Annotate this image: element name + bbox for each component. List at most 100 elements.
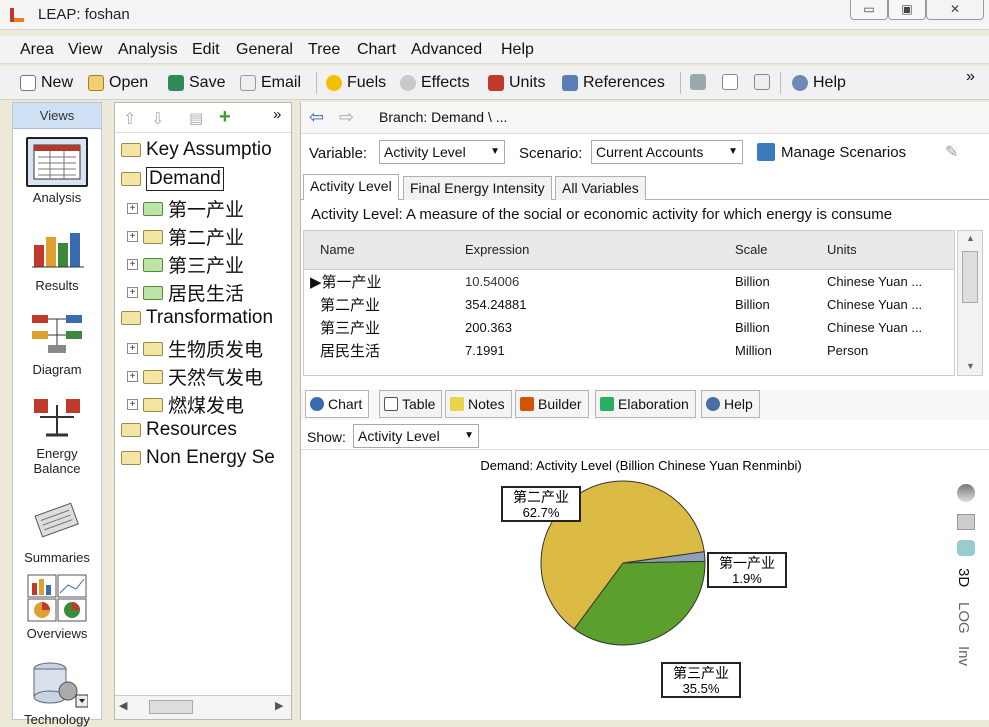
- menu-view[interactable]: View: [68, 41, 102, 59]
- wand-icon[interactable]: ✎: [945, 142, 958, 162]
- tree-properties-icon[interactable]: ▤: [189, 109, 203, 127]
- show-select[interactable]: Activity Level ▼: [353, 424, 479, 448]
- scroll-thumb[interactable]: [149, 700, 193, 714]
- tree-node-key-assumptions[interactable]: Key Assumptio: [121, 139, 272, 161]
- menu-area[interactable]: Area: [20, 41, 54, 59]
- tree-node-coal-power[interactable]: + 燃煤发电: [127, 391, 244, 418]
- column-header-units[interactable]: Units: [826, 231, 954, 270]
- minimize-button[interactable]: ▭: [850, 0, 888, 20]
- view-analysis[interactable]: Analysis: [13, 137, 101, 205]
- forward-arrow-icon[interactable]: ⇨: [339, 107, 354, 128]
- table-vertical-scrollbar[interactable]: ▲ ▼: [957, 230, 983, 376]
- menu-advanced[interactable]: Advanced: [411, 41, 482, 59]
- tree-horizontal-scrollbar[interactable]: ◀ ▶: [115, 695, 291, 719]
- tab-notes[interactable]: Notes: [445, 390, 512, 418]
- view-summaries[interactable]: Summaries: [13, 497, 101, 565]
- variable-select[interactable]: Activity Level ▼: [379, 140, 505, 164]
- move-down-arrow-icon[interactable]: ⇩: [151, 109, 164, 129]
- view-technology[interactable]: Technology: [13, 659, 101, 727]
- branch-bar: ⇦ ⇨ Branch: Demand \ ...: [301, 102, 989, 134]
- scroll-thumb[interactable]: [962, 251, 978, 303]
- table-row[interactable]: 居民生活 7.1991 Million Person: [304, 339, 954, 362]
- pie-type-icon[interactable]: [957, 484, 975, 502]
- back-arrow-icon[interactable]: ⇦: [309, 107, 324, 128]
- effects-button[interactable]: Effects: [400, 74, 470, 92]
- help-question-icon: [792, 75, 808, 91]
- save-button[interactable]: Save: [168, 74, 225, 92]
- tool-button-a[interactable]: [690, 74, 706, 90]
- expand-icon[interactable]: +: [127, 343, 138, 354]
- bar-type-icon[interactable]: [957, 514, 975, 530]
- open-button[interactable]: Open: [88, 74, 148, 92]
- column-header-expression[interactable]: Expression: [464, 231, 734, 270]
- email-button[interactable]: Email: [240, 74, 301, 92]
- technology-database-gear-icon: [26, 659, 89, 709]
- column-header-name[interactable]: Name: [304, 231, 464, 270]
- 3d-toggle[interactable]: 3D: [955, 568, 972, 587]
- tab-all-variables[interactable]: All Variables: [555, 176, 646, 200]
- tab-final-energy-intensity[interactable]: Final Energy Intensity: [403, 176, 552, 200]
- units-button[interactable]: Units: [488, 74, 545, 92]
- expand-icon[interactable]: +: [127, 203, 138, 214]
- tree-node-biomass-power[interactable]: + 生物质发电: [127, 335, 263, 362]
- tree-node-secondary-industry[interactable]: + 第二产业: [127, 223, 244, 250]
- fuels-button[interactable]: Fuels: [326, 74, 386, 92]
- tree-node-primary-industry[interactable]: + 第一产业: [127, 195, 244, 222]
- scroll-left-arrow-icon[interactable]: ◀: [119, 699, 127, 712]
- email-envelope-icon: [240, 75, 256, 91]
- tree-node-demand[interactable]: Demand: [121, 167, 224, 191]
- expand-icon[interactable]: +: [127, 259, 138, 270]
- close-button[interactable]: ✕: [926, 0, 984, 20]
- tree-node-tertiary-industry[interactable]: + 第三产业: [127, 251, 244, 278]
- view-overviews[interactable]: Overviews: [13, 573, 101, 641]
- menu-edit[interactable]: Edit: [192, 41, 220, 59]
- tree-node-transformation[interactable]: Transformation: [121, 307, 273, 329]
- tool-button-c[interactable]: [754, 74, 770, 90]
- manage-scenarios-button[interactable]: Manage Scenarios: [757, 143, 906, 161]
- scroll-down-arrow-icon[interactable]: ▼: [966, 361, 975, 371]
- area-type-icon[interactable]: [957, 540, 975, 556]
- tree-node-non-energy[interactable]: Non Energy Se: [121, 447, 275, 469]
- overviews-charts-icon: [26, 573, 88, 623]
- toolbar-overflow-button[interactable]: »: [966, 68, 975, 86]
- tree-node-resources[interactable]: Resources: [121, 419, 237, 441]
- tree-node-gas-power[interactable]: + 天然气发电: [127, 363, 263, 390]
- new-button[interactable]: New: [20, 74, 73, 92]
- table-row[interactable]: ▶第一产业 10.54006 Billion Chinese Yuan ...: [304, 269, 954, 293]
- tab-elaboration[interactable]: Elaboration: [595, 390, 696, 418]
- table-row[interactable]: 第二产业 354.24881 Billion Chinese Yuan ...: [304, 293, 954, 316]
- invert-toggle[interactable]: Inv: [955, 646, 972, 666]
- log-toggle[interactable]: LOG: [955, 602, 972, 634]
- column-header-scale[interactable]: Scale: [734, 231, 826, 270]
- view-results[interactable]: Results: [13, 225, 101, 293]
- add-branch-icon[interactable]: +: [219, 106, 231, 129]
- expand-icon[interactable]: +: [127, 399, 138, 410]
- tab-chart[interactable]: Chart: [305, 390, 370, 418]
- menu-general[interactable]: General: [236, 41, 293, 59]
- tool-button-b[interactable]: [722, 74, 738, 90]
- scroll-right-arrow-icon[interactable]: ▶: [275, 699, 283, 712]
- maximize-button[interactable]: ▣: [888, 0, 926, 20]
- tab-help[interactable]: Help: [701, 390, 760, 418]
- open-folder-icon: [88, 75, 104, 91]
- view-diagram[interactable]: Diagram: [13, 309, 101, 377]
- tree-node-residential[interactable]: + 居民生活: [127, 279, 244, 306]
- expand-icon[interactable]: +: [127, 231, 138, 242]
- scenario-select[interactable]: Current Accounts ▼: [591, 140, 743, 164]
- menu-analysis[interactable]: Analysis: [118, 41, 178, 59]
- expand-icon[interactable]: +: [127, 287, 138, 298]
- scroll-up-arrow-icon[interactable]: ▲: [966, 233, 975, 243]
- help-button[interactable]: Help: [792, 74, 846, 92]
- references-button[interactable]: References: [562, 74, 665, 92]
- tab-table[interactable]: Table: [379, 390, 443, 418]
- move-up-arrow-icon[interactable]: ⇧: [123, 109, 136, 129]
- menu-chart[interactable]: Chart: [357, 41, 396, 59]
- tab-activity-level[interactable]: Activity Level: [303, 174, 399, 200]
- menu-help[interactable]: Help: [501, 41, 534, 59]
- expand-icon[interactable]: +: [127, 371, 138, 382]
- tab-builder[interactable]: Builder: [515, 390, 589, 418]
- menu-tree[interactable]: Tree: [308, 41, 340, 59]
- tree-overflow-button[interactable]: »: [273, 106, 281, 123]
- view-energy-balance[interactable]: Energy Balance: [13, 393, 101, 476]
- table-row[interactable]: 第三产业 200.363 Billion Chinese Yuan ...: [304, 316, 954, 339]
